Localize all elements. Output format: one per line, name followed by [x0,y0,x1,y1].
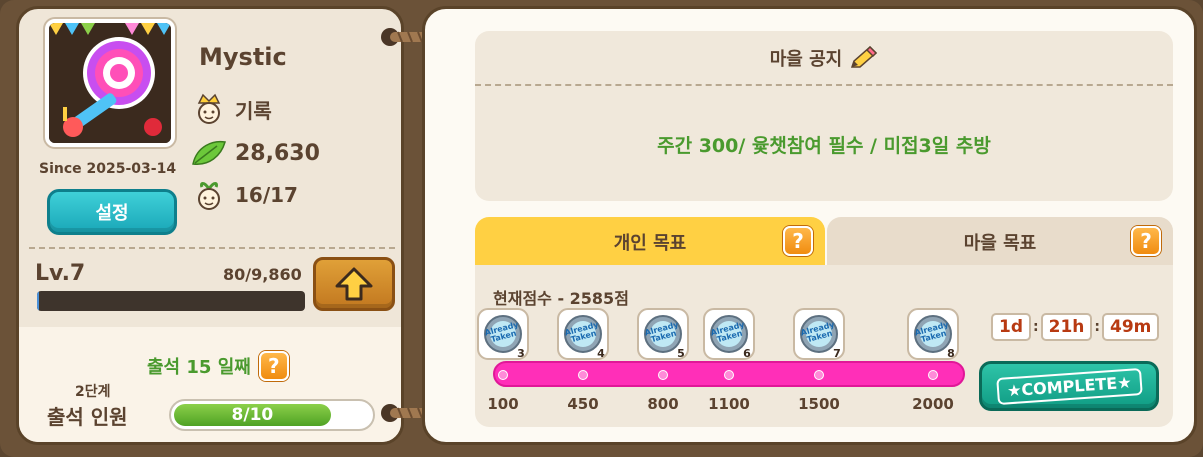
members-row: 16/17 [191,179,298,211]
milestone-reward-badge[interactable]: AlreadyTaken6 [701,307,757,365]
tab-personal-goal[interactable]: 개인 목표 ? [475,217,825,267]
timer-minutes: 49m [1101,313,1160,341]
notice-title: 마을 공지 [769,49,843,70]
leaf-icon [191,137,227,169]
current-score: 현재점수 - 2585점 [493,289,629,308]
record-row[interactable]: 기록 [191,93,272,125]
exp-fill [37,291,40,311]
divider [29,247,395,249]
leaves-count: 28,630 [235,140,320,166]
timer-days: 1d [991,313,1031,341]
attendance-stage: 2단계 [75,384,111,400]
attendance-title: 출석 15 일째 ? [147,351,289,381]
reset-timer: 1d : 21h : 49m [991,313,1160,341]
milestone-reward-badge[interactable]: AlreadyTaken3 [475,307,531,365]
sprout-face-icon [191,179,227,211]
milestone-dot [814,370,824,380]
milestone-label: 800 [647,395,679,413]
tab-village-label: 마을 목표 [963,233,1037,254]
tab-village-goal[interactable]: 마을 목표 ? [827,217,1173,267]
attendance-progress-text: 8/10 [231,405,274,425]
badge-number: 8 [947,347,955,360]
arrow-up-icon [335,267,373,301]
milestone-dot [928,370,938,380]
milestone-label: 1100 [708,395,750,413]
members-count: 16/17 [235,183,298,207]
timer-hours: 21h [1040,313,1093,341]
milestone-reward-badge[interactable]: AlreadyTaken8 [905,307,961,365]
personal-goal-help-button[interactable]: ? [783,226,813,256]
record-label: 기록 [235,98,272,123]
notice-divider [475,84,1173,86]
village-panel: 마을 공지 주간 300/ 윷챗참여 필수 / 미접3일 추방 개인 목표 ? … [422,6,1197,445]
pencil-edit-icon[interactable] [848,45,878,71]
attendance-help-button[interactable]: ? [258,351,289,381]
badge-number: 7 [833,347,841,360]
zigzag-divider [19,327,401,339]
attendance-days: 출석 15 일째 [147,357,251,378]
milestone-reward-badge[interactable]: AlreadyTaken5 [635,307,691,365]
exp-bar [37,291,305,311]
attendance-progress-bar: 8/10 [169,399,375,431]
tab-personal-label: 개인 목표 [613,233,687,254]
attendance-progress-fill: 8/10 [174,404,331,426]
username: Mystic [199,43,287,71]
complete-button[interactable]: ★COMPLETE★ [979,361,1159,411]
milestone-label: 100 [487,395,519,413]
complete-label: ★COMPLETE★ [995,367,1143,405]
milestone-label: 1500 [798,395,840,413]
since-date: Since 2025-03-14 [39,161,177,177]
level-label: Lv.7 [35,261,86,286]
milestone-label: 2000 [912,395,954,413]
milestone-dot [724,370,734,380]
village-goal-help-button[interactable]: ? [1131,226,1161,256]
village-avatar[interactable] [45,19,175,147]
milestone-dot [498,370,508,380]
milestone-dot [658,370,668,380]
badge-number: 5 [677,347,685,360]
profile-panel: Mystic 기록 28,630 16/17 Since 2025-03-14 … [16,6,404,445]
level-up-button[interactable] [313,257,395,311]
settings-button[interactable]: 설정 [47,189,177,235]
leaves-row: 28,630 [191,137,320,169]
notice-box: 마을 공지 주간 300/ 윷챗참여 필수 / 미접3일 추방 [475,31,1173,201]
badge-number: 6 [743,347,751,360]
notice-header: 마을 공지 [475,45,1173,71]
notice-text: 주간 300/ 윷챗참여 필수 / 미접3일 추방 [657,135,991,157]
goal-body: 현재점수 - 2585점 1d : 21h : 49m ★COMPLETE★ A… [475,265,1173,427]
milestone-reward-badge[interactable]: AlreadyTaken4 [555,307,611,365]
milestone-label: 450 [567,395,599,413]
lollipop-icon [49,23,171,143]
milestone-dot [578,370,588,380]
attendance-label: 출석 인원 [47,405,128,429]
badge-number: 4 [597,347,605,360]
exp-text: 80/9,860 [223,265,302,284]
milestone-reward-badge[interactable]: AlreadyTaken7 [791,307,847,365]
crown-face-icon [191,93,227,125]
badge-number: 3 [517,347,525,360]
